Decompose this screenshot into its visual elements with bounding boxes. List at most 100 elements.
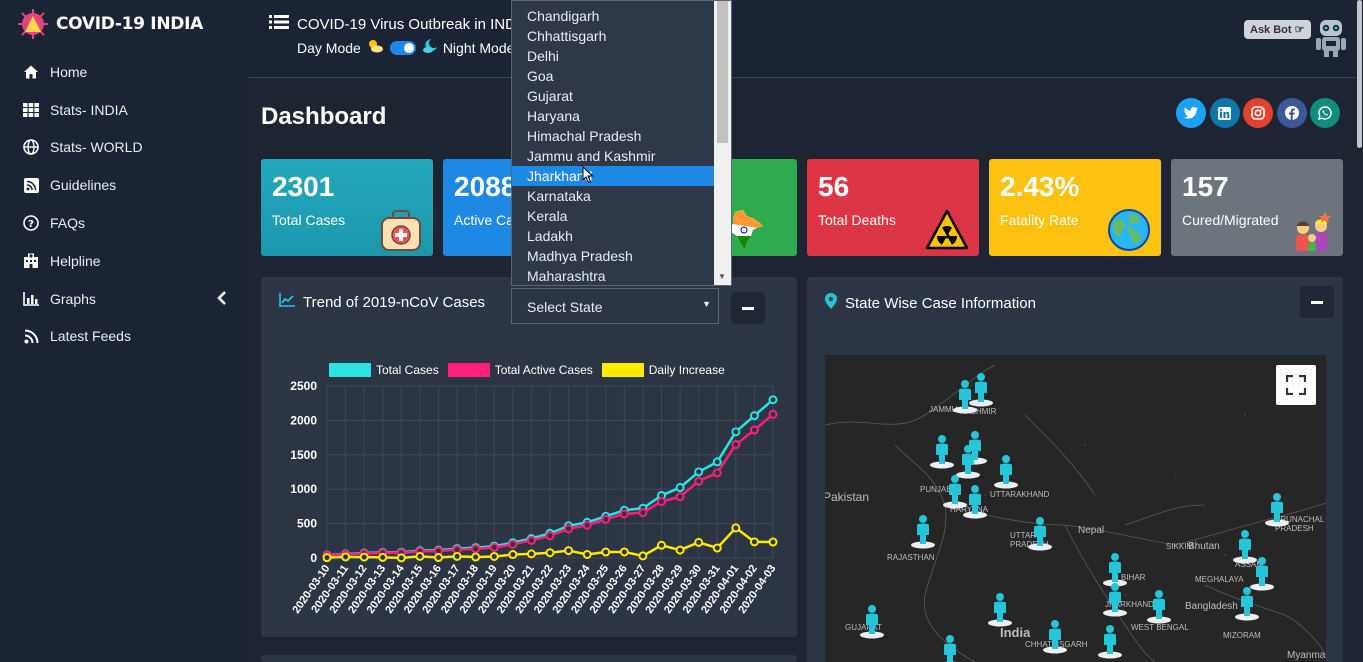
map-label-myanmar: Myanmar: [1287, 650, 1326, 661]
select-state-dropdown[interactable]: Select State ▼: [511, 288, 719, 324]
select-state-label: Select State: [527, 299, 603, 315]
person-marker-icon[interactable]: [1026, 515, 1054, 551]
question-circle-icon: ?: [22, 214, 40, 232]
state-option[interactable]: Ladakh: [512, 226, 715, 246]
card-label: Cured/Migrated: [1182, 212, 1279, 228]
sidebar-item-guidelines[interactable]: Guidelines: [0, 166, 249, 204]
grid-icon: [22, 101, 40, 119]
sidebar-item-stats-world[interactable]: Stats- WORLD: [0, 129, 249, 167]
card-label: Total Deaths: [818, 212, 896, 228]
map-label-mizoram: MIZORAM: [1223, 631, 1261, 640]
person-marker-icon[interactable]: [1101, 581, 1129, 617]
dropdown-scrollbar-thumb[interactable]: [717, 1, 728, 143]
robot-icon[interactable]: [1313, 16, 1349, 58]
hospital-icon: [22, 252, 40, 270]
state-option[interactable]: Jharkhand: [512, 166, 715, 186]
topbar-title: COVID-19 Virus Outbreak in INDIA: [297, 15, 531, 33]
dropdown-scrollbar[interactable]: ▼: [714, 1, 731, 285]
sidebar-item-home[interactable]: Home: [0, 53, 249, 91]
home-icon: [22, 63, 40, 81]
india-map[interactable]: Pakistan Nepal Bhutan SIKKIM Bangladesh …: [825, 355, 1326, 662]
person-marker-icon[interactable]: [928, 433, 956, 469]
rss-square-icon: [22, 176, 40, 194]
person-marker-icon[interactable]: [909, 513, 937, 549]
instagram-icon[interactable]: [1243, 98, 1273, 128]
chevron-left-icon[interactable]: [217, 290, 227, 308]
night-mode-label: Night Mode: [442, 39, 515, 56]
person-marker-icon[interactable]: [986, 591, 1014, 627]
person-marker-icon[interactable]: [961, 483, 989, 519]
scroll-down-arrow-icon[interactable]: ▼: [718, 272, 726, 281]
map-panel-header: State Wise Case Information: [825, 293, 1036, 313]
caret-down-icon: ▼: [702, 299, 711, 309]
page-scrollbar-thumb[interactable]: [1357, 0, 1362, 148]
state-option[interactable]: Jammu and Kashmir: [512, 146, 715, 166]
trend-panel-header: Trend of 2019-nCoV Cases: [279, 293, 485, 311]
rss-icon: [22, 327, 40, 345]
state-option[interactable]: Delhi: [512, 46, 715, 66]
legend-label-active: Total Active Cases: [494, 363, 593, 377]
sun-cloud-icon: [366, 38, 384, 57]
state-option[interactable]: Himachal Pradesh: [512, 126, 715, 146]
person-marker-icon[interactable]: [992, 453, 1020, 489]
state-option[interactable]: Chhattisgarh: [512, 26, 715, 46]
person-marker-icon[interactable]: [1041, 618, 1069, 654]
trend-collapse-button[interactable]: [731, 292, 765, 324]
line-chart-icon: [279, 293, 295, 311]
legend-swatch-total: [329, 363, 371, 377]
card-label: Total Cases: [272, 212, 346, 228]
sidebar-item-graphs[interactable]: Graphs: [0, 280, 249, 318]
sidebar-item-stats-india[interactable]: Stats- INDIA: [0, 91, 249, 129]
brand[interactable]: COVID-19 INDIA: [16, 8, 203, 40]
theme-toggle[interactable]: [389, 40, 416, 55]
page-scrollbar[interactable]: [1356, 0, 1363, 662]
linkedin-icon[interactable]: [1209, 98, 1240, 128]
facebook-icon[interactable]: [1276, 98, 1307, 128]
person-marker-icon[interactable]: [967, 371, 995, 407]
sidebar-item-latest-feeds[interactable]: Latest Feeds: [0, 318, 249, 356]
menu-list-icon[interactable]: [269, 14, 289, 34]
sidebar-item-faqs[interactable]: ? FAQs: [0, 204, 249, 242]
card-total-cases: 2301 Total Cases: [261, 159, 433, 256]
whatsapp-icon[interactable]: [1310, 98, 1340, 128]
moon-cloud-icon: [422, 38, 438, 57]
state-option[interactable]: Madhya Pradesh: [512, 246, 715, 266]
map-label-rajasthan: RAJASTHAN: [887, 553, 935, 562]
state-options-list[interactable]: Chandigarh Chhattisgarh Delhi Goa Gujarat Har…: [511, 0, 732, 286]
legend-label-total: Total Cases: [376, 363, 439, 377]
map-label-west-bengal: WEST BENGAL: [1131, 623, 1189, 632]
person-marker-icon[interactable]: [1263, 491, 1291, 527]
state-option[interactable]: Kerala: [512, 206, 715, 226]
state-option[interactable]: Haryana: [512, 106, 715, 126]
sidebar-item-label: Stats- WORLD: [50, 139, 143, 156]
day-mode-label: Day Mode: [297, 39, 361, 56]
map-collapse-button[interactable]: [1300, 286, 1334, 318]
card-value: 2.43%: [1000, 171, 1080, 202]
state-option[interactable]: Maharashtra: [512, 266, 715, 285]
person-marker-icon[interactable]: [1233, 585, 1261, 621]
brand-title: COVID-19 INDIA: [56, 14, 203, 34]
map-label-pakistan: Pakistan: [825, 490, 870, 504]
map-marker-icon: [825, 293, 837, 313]
chart-legend: Total Cases Total Active Cases Daily Inc…: [329, 363, 725, 377]
legend-swatch-daily: [601, 363, 644, 377]
person-marker-icon[interactable]: [858, 603, 886, 639]
legend-swatch-active: [447, 363, 490, 377]
state-option[interactable]: Goa: [512, 66, 715, 86]
radiation-icon: [925, 209, 969, 250]
card-fatality-rate: 2.43% Fatality Rate: [989, 159, 1161, 256]
state-option[interactable]: Gujarat: [512, 86, 715, 106]
ask-bot-button[interactable]: Ask Bot ☞: [1244, 20, 1311, 39]
state-option[interactable]: Karnataka: [512, 186, 715, 206]
person-marker-icon[interactable]: [1145, 588, 1173, 624]
virus-logo-icon: [18, 9, 48, 39]
sidebar-item-helpline[interactable]: Helpline: [0, 242, 249, 280]
card-value: 2301: [272, 171, 335, 202]
card-total-deaths: 56 Total Deaths: [807, 159, 979, 256]
svg-text:?: ?: [28, 219, 34, 230]
person-marker-icon[interactable]: [1096, 623, 1124, 659]
fullscreen-button[interactable]: [1276, 365, 1316, 405]
person-marker-icon[interactable]: [936, 633, 964, 662]
twitter-icon[interactable]: [1176, 98, 1206, 128]
state-option[interactable]: Chandigarh: [512, 6, 715, 26]
